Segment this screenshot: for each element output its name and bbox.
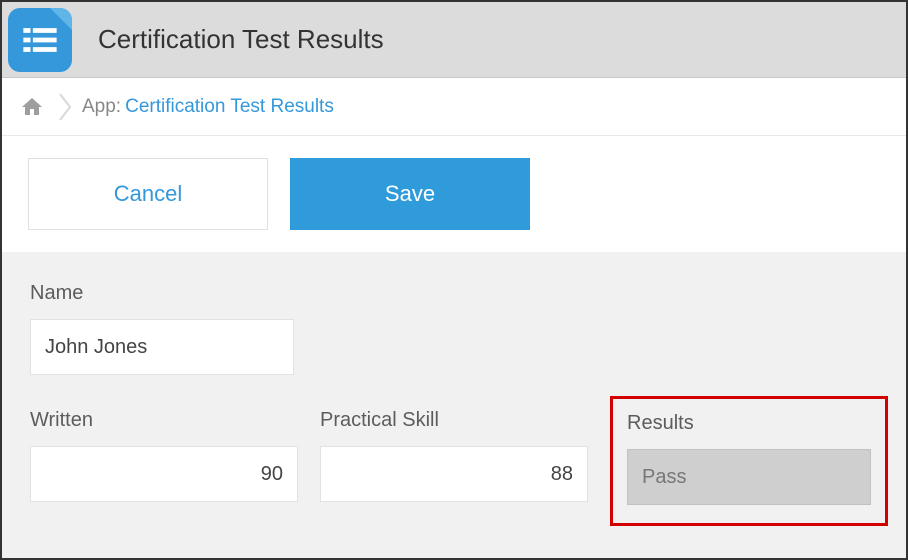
form-panel: Name Written Practical Skill Results Pas… (2, 252, 906, 558)
app-list-icon (8, 8, 72, 72)
breadcrumb-app-link[interactable]: Certification Test Results (125, 96, 334, 118)
results-value: Pass (627, 449, 871, 505)
name-input[interactable] (30, 319, 294, 375)
written-label: Written (30, 409, 298, 432)
breadcrumb-app-label: App: (82, 96, 121, 118)
action-bar: Cancel Save (2, 136, 906, 252)
name-label: Name (30, 282, 294, 305)
chevron-right-icon (58, 92, 74, 122)
practical-label: Practical Skill (320, 409, 588, 432)
page-title: Certification Test Results (98, 24, 384, 55)
app-header: Certification Test Results (2, 2, 906, 78)
results-label: Results (627, 412, 871, 435)
home-icon[interactable] (20, 95, 44, 119)
save-button[interactable]: Save (290, 158, 530, 230)
breadcrumb: App: Certification Test Results (2, 78, 906, 136)
results-highlight: Results Pass (610, 396, 888, 526)
written-input[interactable] (30, 446, 298, 502)
list-card-icon (21, 21, 59, 59)
practical-input[interactable] (320, 446, 588, 502)
cancel-button[interactable]: Cancel (28, 158, 268, 230)
